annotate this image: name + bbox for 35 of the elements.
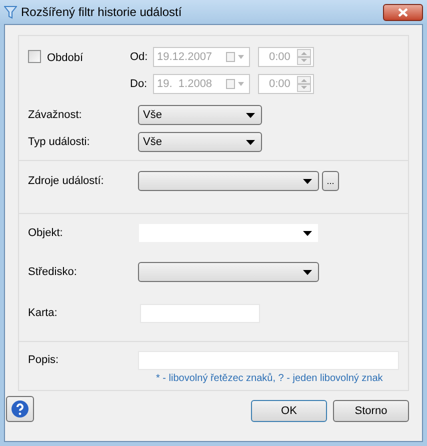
dialog-button[interactable]: Storno (333, 400, 409, 422)
field-label: Popis: (28, 353, 60, 368)
input-field[interactable] (138, 351, 399, 370)
dropdown[interactable]: Vše (138, 132, 262, 152)
window-title: Rozšířený filtr historie událostí (21, 4, 182, 21)
caret-icon (246, 140, 255, 144)
caret-icon (303, 230, 312, 236)
close-button[interactable] (383, 4, 423, 20)
help-button[interactable] (6, 396, 34, 422)
funnel-icon (4, 6, 17, 18)
caret-icon (303, 178, 312, 184)
checkbox-label: Období (47, 51, 84, 66)
field-label: Od: (130, 50, 149, 65)
field-label: Středisko: (28, 264, 78, 280)
hint-text: * - libovolný řetězec znaků, ? - jeden libovolný znak (156, 372, 383, 386)
browse-button[interactable]: ... (322, 171, 339, 191)
caret-icon (246, 112, 255, 118)
spinner-icon[interactable] (297, 76, 311, 92)
field-label: Zdroje událostí: (28, 174, 105, 189)
field-label: Závažnost: (28, 108, 83, 123)
calendar-icon (226, 79, 246, 89)
dropdown[interactable] (138, 171, 319, 191)
dropdown[interactable]: Vše (138, 105, 262, 125)
dropdown[interactable] (138, 262, 319, 282)
caret-icon (303, 270, 312, 274)
calendar-icon (226, 52, 246, 62)
spinner-icon[interactable] (297, 49, 311, 65)
field-label: Do: (130, 76, 148, 92)
close-icon (398, 8, 408, 16)
field-label: Objekt: (28, 226, 64, 241)
field-label: Typ události: (28, 134, 91, 150)
field-label: Karta: (28, 306, 58, 322)
help-icon (11, 400, 29, 418)
input-field[interactable] (140, 304, 260, 323)
dialog-button[interactable]: OK (251, 400, 327, 422)
